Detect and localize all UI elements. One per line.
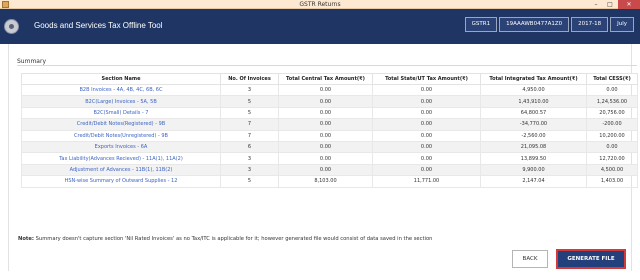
cell: 4,500.00 [586, 163, 638, 177]
section-link[interactable]: B2B Invoices - 4A, 4B, 4C, 6B, 6C [21, 83, 221, 97]
month-badge: July [610, 17, 634, 32]
cell: 1,403.00 [586, 175, 638, 188]
cell: 0.00 [372, 152, 481, 165]
cell: -34,770.00 [480, 118, 587, 131]
cell: -2,560.00 [480, 129, 587, 142]
cell: 4,950.00 [480, 83, 587, 97]
cell: 3 [220, 152, 279, 165]
cell: 0.00 [278, 163, 373, 177]
section-link[interactable]: Credit/Debit Notes(Registered) - 9B [21, 118, 221, 131]
column-header: Total CESS(₹) [586, 73, 638, 85]
cell: 11,771.00 [372, 175, 481, 188]
cell: 0.00 [372, 106, 481, 120]
table-row: Credit/Debit Notes(Registered) - 9B 7 0.… [21, 118, 638, 131]
window-title: GSTR Returns [299, 1, 341, 8]
cell: 6 [220, 140, 279, 154]
column-header: Total State/UT Tax Amount(₹) [372, 73, 481, 85]
table-row: Exports Invoices - 6A 6 0.00 0.00 21,095… [21, 140, 638, 154]
cell: 7 [220, 129, 279, 142]
header-meta: GSTR1 19AAAWB0477A1Z0 2017-18 July [464, 17, 634, 32]
cell: 7 [220, 118, 279, 131]
section-link[interactable]: B2C(Large) Invoices - 5A, 5B [21, 95, 221, 108]
cell: 8,103.00 [278, 175, 373, 188]
app-header: Goods and Services Tax Offline Tool GSTR… [0, 9, 640, 44]
maximize-button[interactable]: □ [603, 0, 617, 9]
cell: 5 [220, 95, 279, 108]
gstin-badge: 19AAAWB0477A1Z0 [499, 17, 570, 32]
cell: 1,24,536.00 [586, 95, 638, 108]
cell: 0.00 [372, 129, 481, 142]
cell: 2,147.04 [480, 175, 587, 188]
cell: 20,756.00 [586, 106, 638, 120]
table-row: B2C(Small) Details - 7 5 0.00 0.00 64,80… [21, 106, 638, 120]
cell: 0.00 [372, 95, 481, 108]
cell: 0.00 [278, 106, 373, 120]
cell: 0.00 [278, 95, 373, 108]
generate-file-button[interactable]: GENERATE FILE [556, 249, 626, 269]
section-link[interactable]: Exports Invoices - 6A [21, 140, 221, 154]
cell: 0.00 [372, 118, 481, 131]
cell: 0.00 [278, 118, 373, 131]
window-title-bar: GSTR Returns – □ ✕ [0, 0, 640, 9]
return-type-badge: GSTR1 [464, 17, 498, 32]
table-header-row: Section Name No. Of Invoices Total Centr… [21, 73, 638, 85]
minimize-button[interactable]: – [589, 0, 603, 9]
column-header: Total Integrated Tax Amount(₹) [480, 73, 587, 85]
financial-year-badge: 2017-18 [571, 17, 609, 32]
section-link[interactable]: Tax Liability(Advances Recieved) - 11A(1… [21, 152, 221, 165]
cell: 5 [220, 175, 279, 188]
cell: 0.00 [586, 140, 638, 154]
section-link[interactable]: Credit/Debit Notes(Unregistered) - 9B [21, 129, 221, 142]
column-header: Total Central Tax Amount(₹) [278, 73, 373, 85]
cell: 0.00 [372, 163, 481, 177]
cell: 0.00 [278, 129, 373, 142]
section-link[interactable]: HSN-wise Summary of Outward Supplies - 1… [21, 175, 221, 188]
cell: 0.00 [586, 83, 638, 97]
emblem-logo-icon [4, 19, 19, 34]
table-row: Adjustment of Advances - 11B(1), 11B(2) … [21, 163, 638, 177]
back-button[interactable]: BACK [512, 250, 548, 268]
section-link[interactable]: Adjustment of Advances - 11B(1), 11B(2) [21, 163, 221, 177]
table-row: B2B Invoices - 4A, 4B, 4C, 6B, 6C 3 0.00… [21, 83, 638, 97]
cell: 0.00 [372, 140, 481, 154]
cell: 64,800.57 [480, 106, 587, 120]
close-button[interactable]: ✕ [618, 0, 640, 9]
column-header: Section Name [21, 73, 221, 85]
cell: 12,720.00 [586, 152, 638, 165]
cell: 21,095.08 [480, 140, 587, 154]
cell: 5 [220, 106, 279, 120]
section-link[interactable]: B2C(Small) Details - 7 [21, 106, 221, 120]
cell: 0.00 [278, 83, 373, 97]
cell: 1,43,910.00 [480, 95, 587, 108]
cell: 0.00 [278, 152, 373, 165]
table-row: B2C(Large) Invoices - 5A, 5B 5 0.00 0.00… [21, 95, 638, 108]
summary-table: Section Name No. Of Invoices Total Centr… [21, 73, 638, 188]
column-header: No. Of Invoices [220, 73, 279, 85]
note: Note: Summary doesn't capture section 'N… [18, 236, 432, 242]
cell: -200.00 [586, 118, 638, 131]
cell: 13,899.50 [480, 152, 587, 165]
table-row: Credit/Debit Notes(Unregistered) - 9B 7 … [21, 129, 638, 142]
table-row: HSN-wise Summary of Outward Supplies - 1… [21, 175, 638, 188]
note-label: Note: [18, 236, 34, 242]
divider [17, 65, 637, 66]
cell: 0.00 [372, 83, 481, 97]
cell: 3 [220, 83, 279, 97]
cell: 3 [220, 163, 279, 177]
app-title: Goods and Services Tax Offline Tool [34, 21, 163, 30]
cell: 9,900.00 [480, 163, 587, 177]
summary-title: Summary [17, 58, 46, 65]
cell: 10,200.00 [586, 129, 638, 142]
cell: 0.00 [278, 140, 373, 154]
table-row: Tax Liability(Advances Recieved) - 11A(1… [21, 152, 638, 165]
note-text: Summary doesn't capture section 'Nil Rat… [33, 236, 433, 242]
